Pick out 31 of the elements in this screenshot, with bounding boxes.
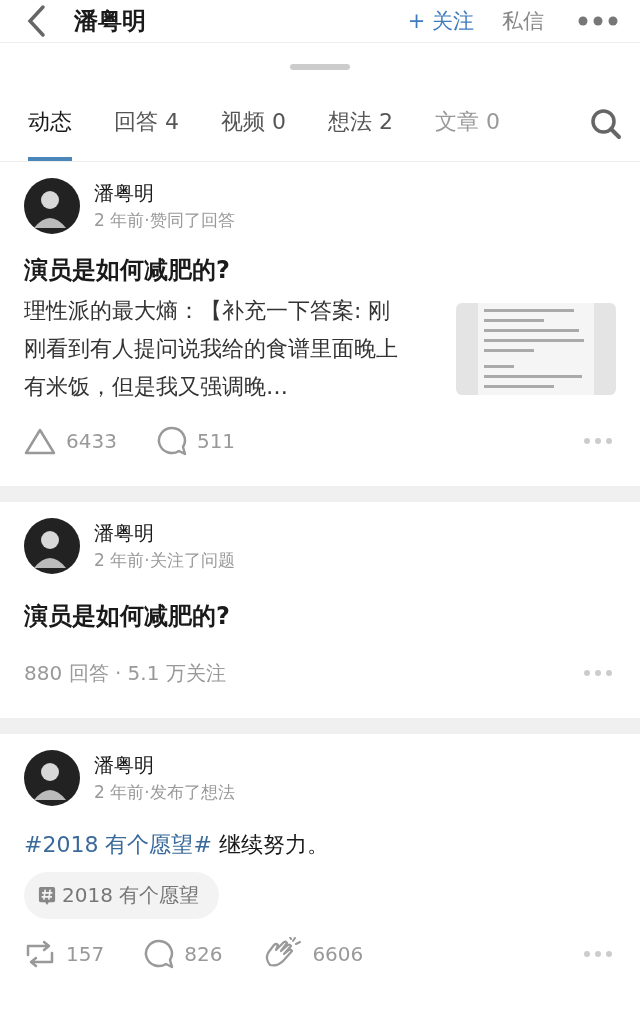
- tab[interactable]: 想法 2: [328, 87, 393, 161]
- message-button[interactable]: 私信: [502, 7, 544, 35]
- tab[interactable]: 回答 4: [114, 87, 179, 161]
- thought-text: #2018 有个愿望# 继续努力。: [24, 831, 330, 859]
- comment-icon: [144, 939, 175, 969]
- topic-chip[interactable]: 2018 有个愿望: [24, 872, 220, 919]
- question-stats: 880 回答 · 5.1 万关注: [24, 659, 226, 687]
- activity-meta: 2 年前·关注了问题: [94, 549, 235, 572]
- avatar[interactable]: [24, 178, 80, 234]
- drag-handle[interactable]: [290, 64, 350, 70]
- upvote-icon: [24, 427, 56, 455]
- author-name[interactable]: 潘粤明: [94, 180, 235, 207]
- avatar[interactable]: [24, 518, 80, 574]
- activity-meta: 2 年前·发布了想法: [94, 781, 235, 804]
- comment-icon: [156, 426, 187, 456]
- repost-icon: [24, 939, 56, 969]
- question-title[interactable]: 演员是如何减肥的?: [24, 254, 616, 286]
- tab[interactable]: 动态: [28, 87, 72, 161]
- back-icon[interactable]: [26, 4, 46, 38]
- profile-name: 潘粤明: [74, 6, 147, 37]
- search-icon[interactable]: [590, 108, 622, 140]
- tab[interactable]: 视频 0: [221, 87, 286, 161]
- more-icon[interactable]: [578, 16, 618, 26]
- author-name[interactable]: 潘粤明: [94, 520, 235, 547]
- activity-meta: 2 年前·赞同了回答: [94, 209, 235, 232]
- author-name[interactable]: 潘粤明: [94, 752, 235, 779]
- follow-button[interactable]: + 关注: [407, 7, 474, 35]
- hashtag-icon: [38, 885, 56, 906]
- answer-excerpt[interactable]: 理性派的最大熵：【补充一下答案: 刚刚看到有人提问说我给的食谱里面晚上有米饭，但是我又强调晚…: [24, 292, 408, 406]
- question-title[interactable]: 演员是如何减肥的?: [24, 600, 616, 632]
- avatar[interactable]: [24, 750, 80, 806]
